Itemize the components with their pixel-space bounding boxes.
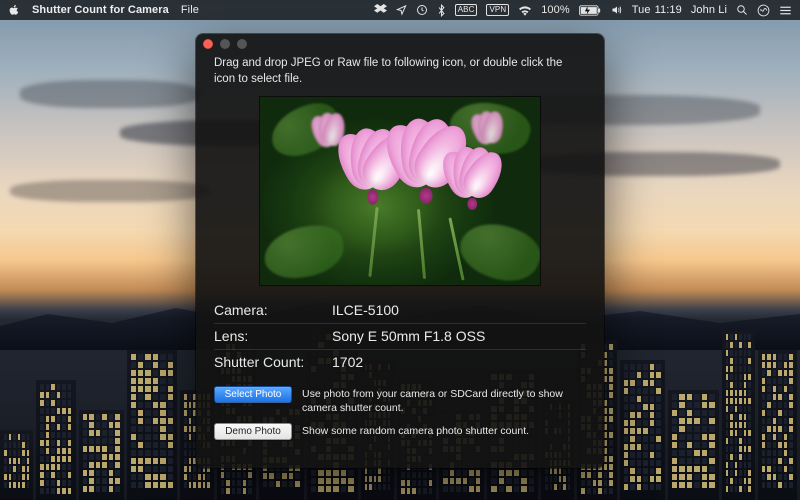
- battery-percent: 100%: [541, 4, 570, 16]
- window-titlebar[interactable]: [196, 34, 604, 54]
- minimize-icon[interactable]: [220, 39, 230, 49]
- close-icon[interactable]: [203, 39, 213, 49]
- battery-icon[interactable]: [579, 5, 601, 16]
- lens-value: Sony E 50mm F1.8 OSS: [332, 328, 586, 344]
- app-name[interactable]: Shutter Count for Camera: [32, 4, 169, 16]
- demo-photo-description: Show some random camera photo shutter co…: [302, 423, 586, 438]
- clock-day[interactable]: Tue: [632, 4, 651, 16]
- wifi-icon[interactable]: [518, 5, 532, 16]
- menu-file[interactable]: File: [181, 4, 199, 16]
- camera-value: ILCE-5100: [332, 302, 586, 318]
- notification-center-icon[interactable]: [779, 5, 792, 16]
- bluetooth-icon[interactable]: [437, 4, 446, 17]
- volume-icon[interactable]: [610, 4, 623, 16]
- drop-hint-text: Drag and drop JPEG or Raw file to follow…: [214, 56, 586, 87]
- menu-bar: Shutter Count for Camera File ABC VPN 10…: [0, 0, 800, 20]
- user-name[interactable]: John Li: [691, 4, 727, 16]
- app-window: Drag and drop JPEG or Raw file to follow…: [196, 34, 604, 468]
- input-source-indicator[interactable]: ABC: [455, 4, 478, 16]
- metadata-fields: Camera: ILCE-5100 Lens: Sony E 50mm F1.8…: [214, 299, 586, 374]
- lens-label: Lens:: [214, 328, 332, 344]
- shutter-count-value: 1702: [332, 354, 586, 370]
- demo-photo-button[interactable]: Demo Photo: [214, 423, 292, 440]
- photo-drop-zone[interactable]: [260, 97, 540, 285]
- siri-icon[interactable]: [757, 4, 770, 17]
- location-icon[interactable]: [396, 4, 407, 16]
- select-photo-button[interactable]: Select Photo: [214, 386, 292, 403]
- dropbox-icon[interactable]: [374, 4, 387, 16]
- shutter-count-label: Shutter Count:: [214, 354, 332, 370]
- vpn-indicator[interactable]: VPN: [486, 4, 509, 16]
- spotlight-icon[interactable]: [736, 4, 748, 16]
- time-machine-icon[interactable]: [416, 4, 428, 16]
- camera-label: Camera:: [214, 302, 332, 318]
- select-photo-description: Use photo from your camera or SDCard dir…: [302, 386, 586, 415]
- zoom-icon[interactable]: [237, 39, 247, 49]
- clock-time[interactable]: 11:19: [655, 4, 682, 16]
- apple-menu-icon[interactable]: [8, 4, 20, 17]
